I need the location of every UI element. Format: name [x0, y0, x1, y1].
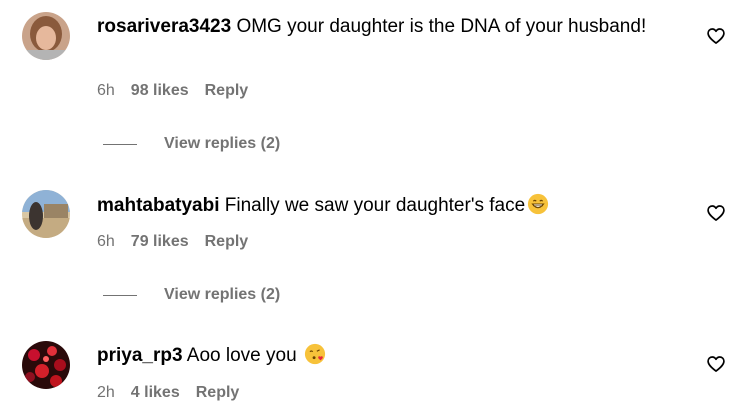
view-replies-label: View replies (2) — [164, 135, 281, 152]
reply-button[interactable]: Reply — [205, 233, 249, 251]
comment-username[interactable]: mahtabatyabi — [97, 195, 219, 216]
comment-body: OMG your daughter is the DNA of your hus… — [236, 16, 647, 37]
avatar-photo-woman-icon — [22, 12, 70, 60]
heart-outline-icon[interactable] — [706, 354, 726, 374]
comment-text-block: rosarivera3423 OMG your daughter is the … — [97, 13, 657, 41]
avatar[interactable] — [22, 190, 70, 238]
reply-button[interactable]: Reply — [196, 384, 240, 402]
comments-list: rosarivera3423 OMG your daughter is the … — [0, 0, 744, 405]
grinning-face-emoji-icon — [528, 193, 549, 215]
view-replies-button[interactable]: View replies (2) — [103, 135, 280, 153]
heart-outline-icon[interactable] — [706, 203, 726, 223]
comment-time[interactable]: 6h — [97, 82, 115, 100]
divider-line — [103, 143, 137, 145]
reply-button[interactable]: Reply — [205, 82, 249, 100]
avatar[interactable] — [22, 341, 70, 389]
comment-username[interactable]: priya_rp3 — [97, 345, 183, 366]
face-blowing-kiss-emoji-icon — [304, 343, 326, 365]
comment-likes[interactable]: 4 likes — [131, 384, 180, 402]
comment-time[interactable]: 6h — [97, 233, 115, 251]
heart-outline-icon[interactable] — [706, 26, 726, 46]
comment-text-block: mahtabatyabi Finally we saw your daughte… — [97, 192, 657, 220]
comment-likes[interactable]: 79 likes — [131, 233, 189, 251]
divider-line — [103, 294, 137, 296]
comment-meta: 6h 79 likes Reply — [97, 233, 264, 251]
comment-text-block: priya_rp3 Aoo love you — [97, 342, 657, 370]
avatar[interactable] — [22, 12, 70, 60]
comment-body: Finally we saw your daughter's face — [224, 195, 526, 216]
avatar-photo-landscape-icon — [22, 190, 70, 238]
comment-meta: 2h 4 likes Reply — [97, 384, 255, 402]
comment-meta: 6h 98 likes Reply — [97, 82, 264, 100]
comment-time[interactable]: 2h — [97, 384, 115, 402]
comment-body: Aoo love you — [186, 345, 297, 366]
comment-username[interactable]: rosarivera3423 — [97, 16, 231, 37]
view-replies-label: View replies (2) — [164, 286, 281, 303]
avatar-photo-red-icon — [22, 341, 70, 389]
comment-likes[interactable]: 98 likes — [131, 82, 189, 100]
view-replies-button[interactable]: View replies (2) — [103, 286, 280, 304]
